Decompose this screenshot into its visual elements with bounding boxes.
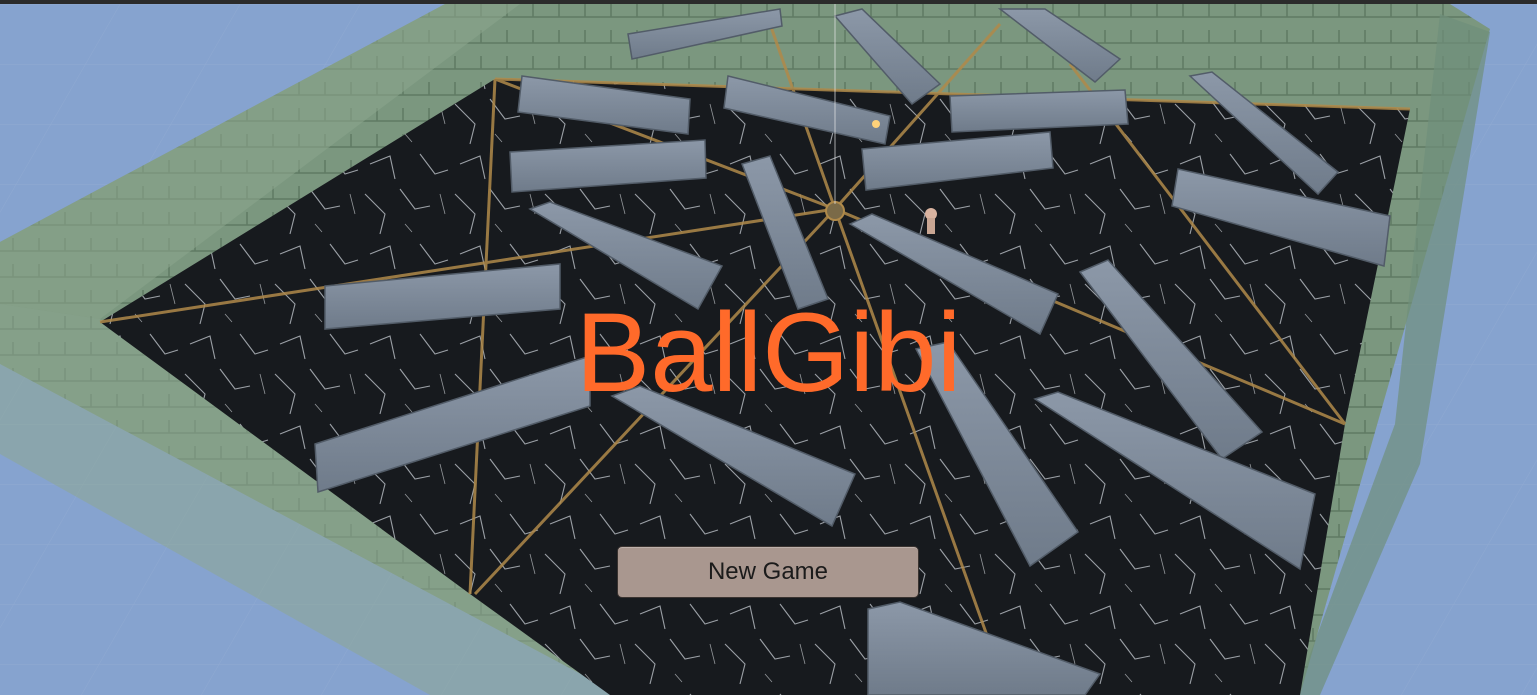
light-source (872, 120, 880, 128)
game-viewport[interactable]: BallGibi New Game (0, 4, 1537, 695)
new-game-label: New Game (707, 558, 829, 585)
new-game-button[interactable]: New Game (617, 546, 919, 598)
